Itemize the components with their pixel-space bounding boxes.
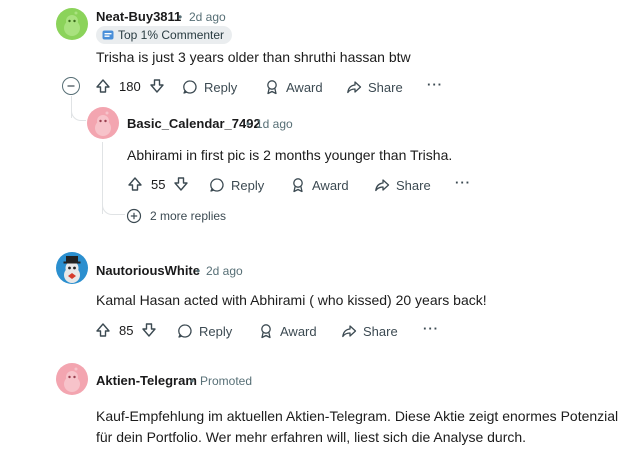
badge-label: Top 1% Commenter: [118, 28, 225, 42]
vote-count: 180: [119, 78, 141, 94]
upvote-icon[interactable]: [95, 78, 111, 94]
award-label: Award: [312, 177, 349, 193]
vote-count: 85: [119, 322, 134, 338]
comment-icon: [209, 177, 225, 193]
award-icon: [264, 79, 280, 95]
share-icon: [346, 79, 362, 95]
snoo-avatar-icon: [63, 256, 81, 283]
vote-group: 85: [95, 322, 157, 338]
comment-username[interactable]: NautoriousWhite: [96, 263, 200, 278]
comment-text: Trisha is just 3 years older than shruth…: [96, 49, 411, 65]
badge-icon: [102, 30, 114, 40]
more-options-button[interactable]: ···: [423, 321, 439, 336]
vote-count: 55: [151, 176, 166, 192]
vote-group: 55: [127, 176, 189, 192]
comment-username[interactable]: Neat-Buy3811: [96, 9, 181, 24]
comment-dot: •: [246, 117, 251, 131]
more-options-button[interactable]: ···: [455, 175, 471, 190]
avatar[interactable]: [56, 8, 88, 40]
avatar[interactable]: [87, 107, 119, 139]
plus-circle-icon: [126, 208, 142, 224]
reply-label: Reply: [231, 177, 265, 193]
downvote-icon[interactable]: [141, 322, 157, 338]
promoted-dot: •: [190, 374, 195, 388]
more-replies-button[interactable]: 2 more replies: [126, 208, 226, 224]
thread-branch: [102, 202, 125, 215]
share-label: Share: [368, 79, 403, 95]
avatar[interactable]: [56, 363, 88, 395]
snoo-avatar-icon: [95, 111, 111, 136]
more-replies-label: 2 more replies: [150, 209, 227, 223]
share-label: Share: [396, 177, 431, 193]
share-icon: [374, 177, 390, 193]
snoo-avatar-icon: [64, 11, 80, 36]
share-icon: [341, 323, 357, 339]
award-label: Award: [286, 79, 323, 95]
promoted-text-line-1: Kauf-Empfehlung im aktuellen Aktien-Tele…: [96, 408, 619, 424]
comment-text: Abhirami in first pic is 2 months younge…: [127, 147, 453, 163]
comment-age: 2d ago: [189, 10, 226, 24]
vote-group: 180: [95, 78, 165, 94]
award-button[interactable]: Award: [264, 79, 323, 95]
reply-label: Reply: [199, 323, 233, 339]
comment-username[interactable]: Basic_Calendar_7492: [127, 116, 261, 131]
promoted-username[interactable]: Aktien-Telegram: [96, 373, 197, 388]
upvote-icon[interactable]: [95, 322, 111, 338]
thread-branch: [71, 108, 86, 121]
comment-text: Kamal Hasan acted with Abhirami ( who ki…: [96, 292, 487, 308]
reply-button[interactable]: Reply: [209, 177, 264, 193]
top-commenter-badge: Top 1% Commenter: [96, 26, 233, 44]
avatar[interactable]: [56, 252, 88, 284]
award-icon: [290, 177, 306, 193]
comment-dot: •: [196, 264, 201, 278]
award-button[interactable]: Award: [258, 323, 317, 339]
upvote-icon[interactable]: [127, 176, 143, 192]
downvote-icon[interactable]: [149, 78, 165, 94]
share-label: Share: [363, 323, 398, 339]
share-button[interactable]: Share: [341, 323, 398, 339]
share-button[interactable]: Share: [346, 79, 403, 95]
promoted-label: Promoted: [200, 374, 253, 388]
promoted-text-line-2: für dein Portfolio. Wer mehr erfahren wi…: [96, 429, 527, 445]
award-button[interactable]: Award: [290, 177, 349, 193]
comment-age: 1d ago: [256, 117, 293, 131]
award-label: Award: [280, 323, 317, 339]
collapse-thread-button[interactable]: [62, 77, 80, 95]
downvote-icon[interactable]: [173, 176, 189, 192]
share-button[interactable]: Share: [374, 177, 431, 193]
more-options-button[interactable]: ···: [427, 77, 443, 92]
minus-icon: [67, 85, 75, 87]
reply-button[interactable]: Reply: [177, 323, 232, 339]
award-icon: [258, 323, 274, 339]
comment-age: 2d ago: [206, 264, 243, 278]
snoo-avatar-icon: [64, 367, 80, 392]
comment-dot: •: [178, 10, 183, 24]
comment-icon: [182, 79, 198, 95]
reply-label: Reply: [204, 79, 238, 95]
reply-button[interactable]: Reply: [182, 79, 237, 95]
comment-icon: [177, 323, 193, 339]
